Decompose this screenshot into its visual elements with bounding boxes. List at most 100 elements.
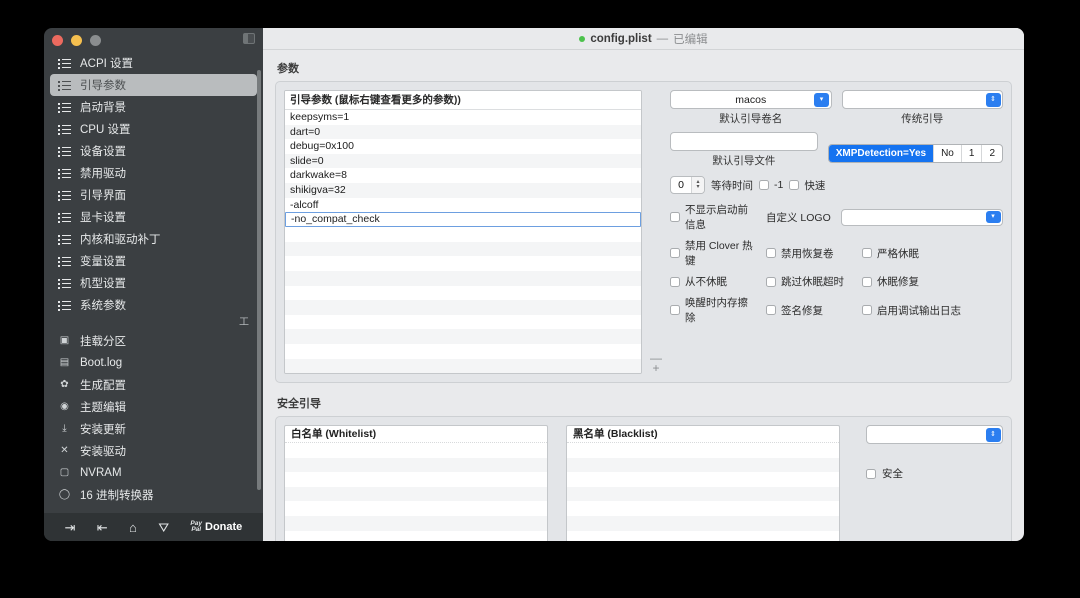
table-row[interactable]: dart=0 <box>285 124 641 140</box>
sidebar-toggle-icon[interactable] <box>243 33 255 44</box>
checkbox-icon[interactable] <box>789 180 800 190</box>
chevron-updown-icon[interactable]: ⇕ <box>985 92 1001 107</box>
table-row[interactable] <box>285 256 641 271</box>
default-loader-input[interactable] <box>670 132 818 151</box>
list-item[interactable] <box>567 501 839 516</box>
skip-hibernate-timeout-checkbox[interactable]: 跳过休眠超时 <box>766 274 852 289</box>
strict-hibernate-checkbox[interactable]: 严格休眠 <box>862 246 972 261</box>
checkbox-icon[interactable] <box>766 248 776 258</box>
checkbox-icon[interactable] <box>670 248 680 258</box>
sidebar-scrollbar[interactable] <box>257 70 261 490</box>
table-row[interactable] <box>285 300 641 315</box>
home-icon[interactable]: ⌂ <box>129 521 137 534</box>
list-item[interactable] <box>567 486 839 502</box>
list-item[interactable] <box>285 516 547 531</box>
memory-erase-on-wake-checkbox[interactable]: 唤醒时内存擦除 <box>670 295 756 325</box>
xmp-segment-yes[interactable]: XMPDetection=Yes <box>828 144 935 162</box>
timeout-value[interactable]: 0 <box>671 177 691 193</box>
zoom-button[interactable] <box>90 34 101 46</box>
disable-clover-hotkeys-checkbox[interactable]: 禁用 Clover 热键 <box>670 238 756 268</box>
blacklist-table[interactable]: 黑名单 (Blacklist) <box>566 425 840 541</box>
timeout-stepper[interactable]: 0 ▴ ▾ <box>670 176 705 194</box>
table-row[interactable]: darkwake=8 <box>285 168 641 183</box>
table-row[interactable] <box>285 286 641 301</box>
table-row[interactable]: -alcoff <box>285 198 641 213</box>
custom-logo-select[interactable]: ▾ <box>840 208 1003 226</box>
sidebar-item-smbios[interactable]: 机型设置 <box>50 272 257 294</box>
list-item[interactable] <box>567 443 839 458</box>
add-arg-button[interactable]: + <box>652 362 659 374</box>
enable-debug-log-checkbox[interactable]: 启用调试输出日志 <box>862 303 972 318</box>
checkbox-icon[interactable] <box>670 212 680 222</box>
share-icon[interactable]: ⛛ <box>158 521 169 534</box>
sidebar-item-cpu[interactable]: CPU 设置 <box>50 118 257 140</box>
table-row[interactable] <box>285 329 641 344</box>
hibernate-fix-checkbox[interactable]: 休眠修复 <box>862 274 972 289</box>
sidebar-item-boot-log[interactable]: ▤ Boot.log <box>50 352 257 374</box>
disable-recovery-volume-checkbox[interactable]: 禁用恢复卷 <box>766 246 852 261</box>
close-button[interactable] <box>52 34 63 46</box>
sidebar-item-kernel-patches[interactable]: 内核和驱动补丁 <box>50 228 257 250</box>
checkbox-icon[interactable] <box>866 468 876 479</box>
checkbox-icon[interactable] <box>670 276 680 287</box>
list-item[interactable] <box>285 501 547 516</box>
list-item[interactable] <box>285 486 547 502</box>
table-row[interactable] <box>285 358 641 374</box>
checkbox-icon[interactable] <box>670 305 680 315</box>
import-config-icon[interactable]: ⇥ <box>65 521 76 534</box>
export-config-icon[interactable]: ⇤ <box>97 521 108 534</box>
list-item[interactable] <box>285 443 547 458</box>
table-row[interactable] <box>285 227 641 242</box>
table-row[interactable]: shikigva=32 <box>285 182 641 198</box>
list-item[interactable] <box>285 457 547 473</box>
xmp-segment-2[interactable]: 2 <box>982 145 1002 162</box>
sidebar-item-graphics[interactable]: 显卡设置 <box>50 206 257 228</box>
table-row[interactable]: slide=0 <box>285 153 641 169</box>
fast-boot-checkbox[interactable]: 快速 <box>789 178 825 193</box>
sidebar-item-disable-drivers[interactable]: 禁用驱动 <box>50 162 257 184</box>
list-item[interactable] <box>567 516 839 531</box>
sidebar-item-boot-background[interactable]: 启动背景 <box>50 96 257 118</box>
table-row[interactable]: keepsyms=1 <box>285 110 641 125</box>
chevron-down-icon[interactable]: ▾ <box>985 211 1001 223</box>
sidebar-item-gui[interactable]: 引导界面 <box>50 184 257 206</box>
table-row[interactable]: debug=0x100 <box>285 139 641 154</box>
list-item[interactable] <box>567 531 839 541</box>
checkbox-icon[interactable] <box>862 305 872 315</box>
sidebar-item-theme-editor[interactable]: ◉ 主题编辑 <box>50 396 257 418</box>
minimize-button[interactable] <box>71 34 82 46</box>
whitelist-table[interactable]: 白名单 (Whitelist) <box>284 425 548 541</box>
list-item[interactable] <box>285 531 547 541</box>
secure-boot-policy-select[interactable]: ⇕ <box>866 425 1003 445</box>
timeout-minus1-checkbox[interactable]: -1 <box>759 179 783 191</box>
sidebar-item-install-drivers[interactable]: ✕ 安装驱动 <box>50 440 257 462</box>
xmp-segment-1[interactable]: 1 <box>962 144 983 162</box>
sidebar-item-acpi[interactable]: ACPI 设置 <box>50 52 257 74</box>
list-item[interactable] <box>567 472 839 487</box>
sidebar-item-generate-config[interactable]: ✿ 生成配置 <box>50 374 257 396</box>
sidebar-item-system-parameters[interactable]: 系统参数 <box>50 294 257 316</box>
checkbox-icon[interactable] <box>862 248 872 258</box>
list-item[interactable] <box>567 457 839 473</box>
checkbox-icon[interactable] <box>766 305 776 315</box>
hide-boot-info-checkbox[interactable]: 不显示启动前信息 <box>670 202 756 232</box>
sidebar-item-hex-converter[interactable]: ◯ 16 进制转换器 <box>50 484 257 506</box>
sidebar-item-install-update[interactable]: ⤓ 安装更新 <box>50 418 257 440</box>
xmp-segment-no[interactable]: No <box>934 144 962 162</box>
sidebar-item-rt-variables[interactable]: 变量设置 <box>50 250 257 272</box>
checkbox-icon[interactable] <box>766 276 776 287</box>
boot-args-list[interactable]: 引导参数 (鼠标右键查看更多的参数)) keepsyms=1 dart=0 de… <box>284 90 642 375</box>
sidebar-item-nvram[interactable]: ▢ NVRAM <box>50 462 257 484</box>
never-hibernate-checkbox[interactable]: 从不休眠 <box>670 274 756 289</box>
sidebar-item-boot-args[interactable]: 引导参数 <box>50 74 257 96</box>
table-row[interactable] <box>285 270 641 286</box>
stepper-arrows-icon[interactable]: ▴ ▾ <box>691 177 704 193</box>
legacy-boot-select[interactable]: ⇕ <box>841 90 1003 109</box>
sidebar-item-mount-efi[interactable]: ▣ 挂载分区 <box>50 330 257 352</box>
xmp-detection-segments[interactable]: XMPDetection=Yes No 1 2 <box>827 143 1003 163</box>
table-row[interactable] <box>285 344 641 359</box>
checkbox-icon[interactable] <box>862 276 872 287</box>
chevron-down-icon[interactable]: ▾ <box>814 92 829 107</box>
chevron-updown-icon[interactable]: ⇕ <box>985 427 1001 442</box>
list-item[interactable] <box>285 472 547 487</box>
